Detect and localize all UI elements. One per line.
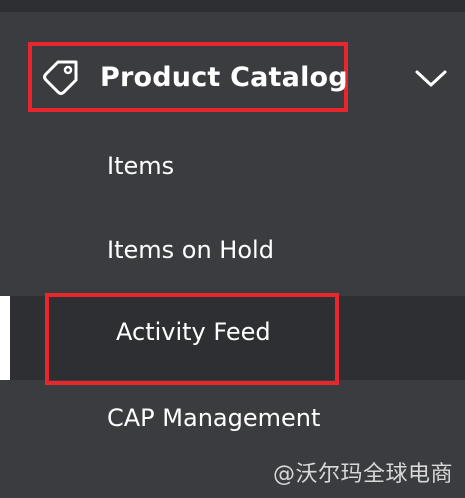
nav-item-label: Items on Hold (107, 236, 274, 264)
nav-item-label: Activity Feed (116, 318, 271, 346)
nav-item-label: CAP Management (107, 404, 321, 432)
tag-icon (43, 60, 78, 95)
nav-item-activity-feed[interactable]: Activity Feed (0, 293, 465, 385)
top-bar (0, 0, 465, 12)
product-catalog-section-header[interactable]: Product Catalog (0, 40, 465, 120)
watermark: @沃尔玛全球电商 (272, 462, 453, 487)
active-indicator (0, 296, 10, 380)
nav-item-label: Items (107, 152, 175, 180)
nav-item-cap-management[interactable]: CAP Management (0, 378, 465, 462)
nav-item-items-on-hold[interactable]: Items on Hold (0, 210, 465, 294)
chevron-down-icon[interactable] (414, 68, 448, 88)
nav-item-items[interactable]: Items (0, 126, 465, 210)
section-title: Product Catalog (100, 62, 348, 93)
